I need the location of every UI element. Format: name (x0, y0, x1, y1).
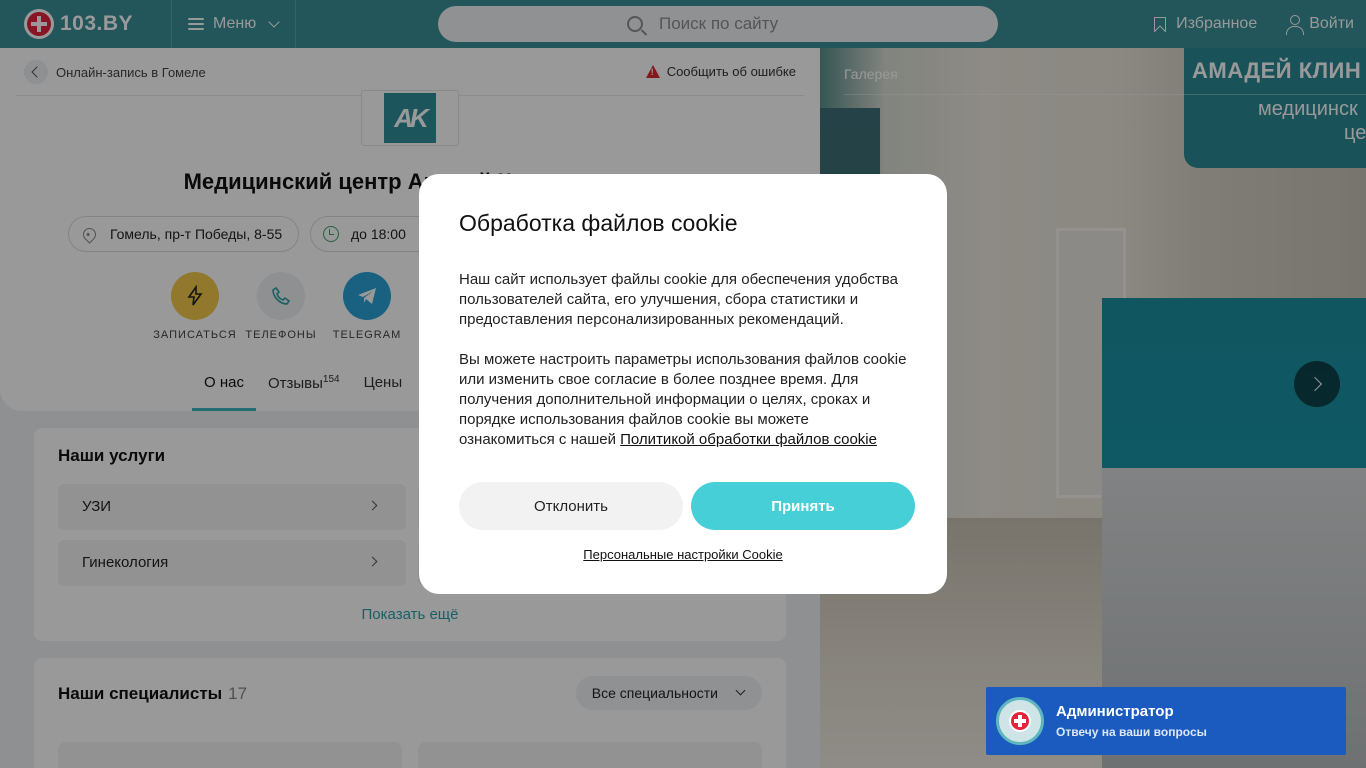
cross-logo-icon (1009, 710, 1031, 732)
accept-button[interactable]: Принять (691, 482, 915, 530)
chat-widget[interactable]: Администратор Отвечу на ваши вопросы (986, 687, 1346, 755)
cookie-dialog-title: Обработка файлов cookie (459, 210, 738, 236)
avatar (996, 697, 1044, 745)
chat-agent-name: Администратор (1056, 703, 1174, 720)
cookie-text-1: Наш сайт использует файлы cookie для обе… (459, 271, 898, 328)
chat-subtitle: Отвечу на ваши вопросы (1056, 725, 1207, 739)
cookie-dialog: Обработка файлов cookie Наш сайт использ… (419, 174, 947, 594)
decline-button[interactable]: Отклонить (459, 482, 683, 530)
cookie-settings-link[interactable]: Персональные настройки Cookie (419, 547, 947, 562)
cookie-policy-link[interactable]: Политикой обработки файлов cookie (620, 431, 877, 448)
cookie-text-2: Вы можете настроить параметры использова… (459, 351, 907, 448)
